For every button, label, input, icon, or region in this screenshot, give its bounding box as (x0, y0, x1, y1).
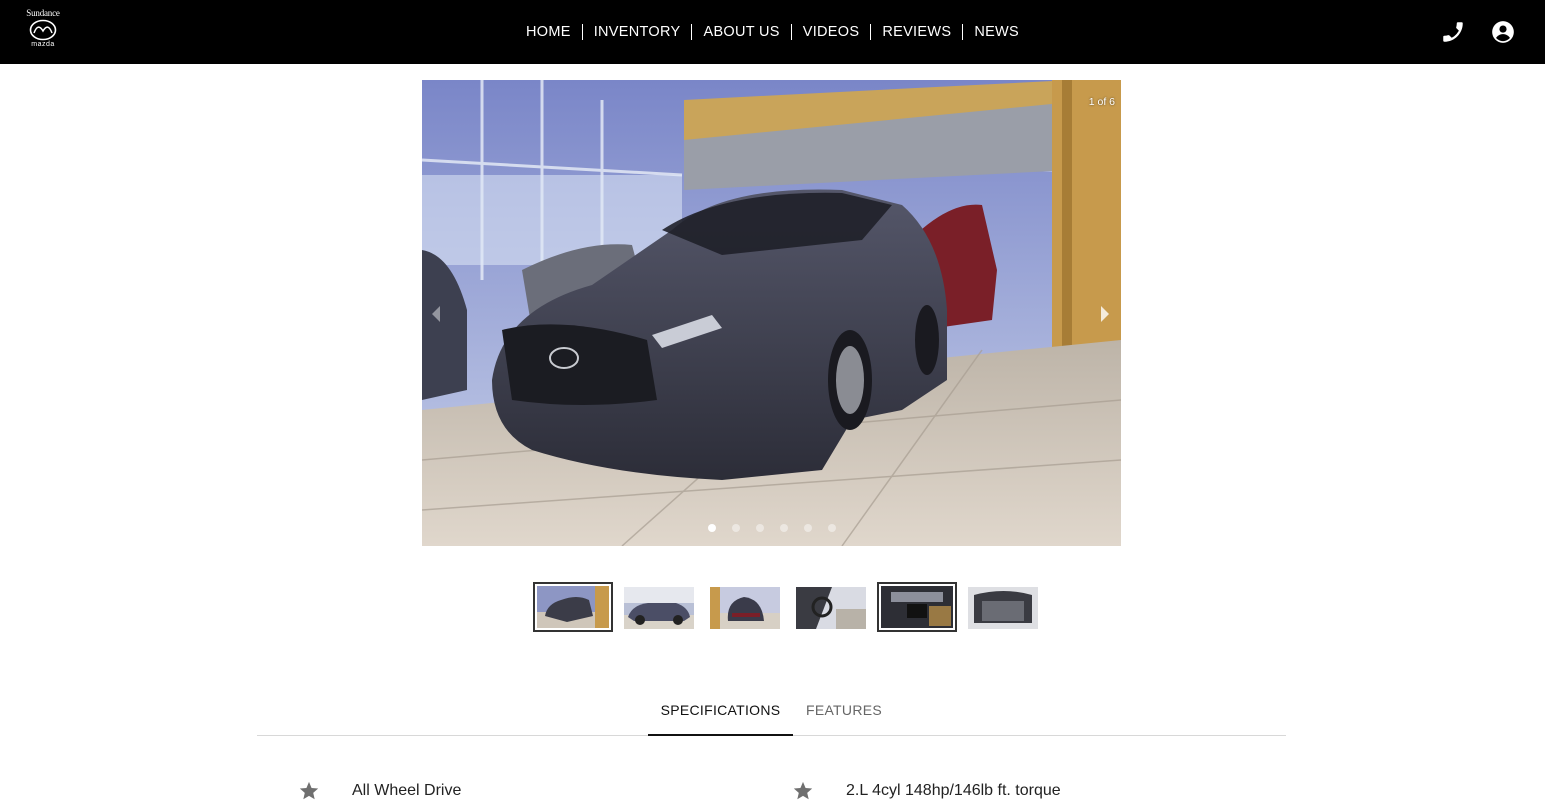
vehicle-photo-image (422, 80, 1121, 546)
tab-specifications[interactable]: SPECIFICATIONS (648, 690, 793, 736)
details-tabs: SPECIFICATIONS FEATURES (257, 690, 1286, 736)
pagination-dot[interactable] (731, 524, 740, 532)
pagination-dot[interactable] (779, 524, 788, 532)
thumbnail-2[interactable] (624, 587, 694, 629)
thumbnail-image (710, 587, 780, 629)
tab-features[interactable]: FEATURES (793, 690, 895, 736)
vehicle-main-photo[interactable]: 1 of 6 (422, 80, 1121, 546)
thumbnail-image (881, 586, 953, 628)
spec-item: 2.L 4cyl 148hp/146lb ft. torque (792, 778, 1061, 804)
next-photo-button[interactable] (1095, 302, 1115, 326)
photo-counter: 1 of 6 (1088, 96, 1115, 108)
thumbnail-strip (0, 582, 1545, 632)
spec-text: All Wheel Drive (352, 782, 462, 799)
nav-inventory[interactable]: INVENTORY (583, 24, 692, 40)
main-nav: HOME INVENTORY ABOUT US VIDEOS REVIEWS N… (0, 0, 1545, 64)
phone-button[interactable] (1440, 19, 1466, 45)
previous-photo-button[interactable] (426, 302, 446, 326)
thumbnail-image (537, 586, 609, 628)
thumbnail-image (968, 587, 1038, 629)
site-header: Sundance mazda HOME INVENTORY ABOUT US V… (0, 0, 1545, 64)
photo-pagination (422, 524, 1121, 532)
nav-reviews[interactable]: REVIEWS (871, 24, 962, 40)
pagination-dot[interactable] (827, 524, 836, 532)
spec-text: 2.L 4cyl 148hp/146lb ft. torque (846, 782, 1061, 799)
thumbnail-1[interactable] (533, 582, 613, 632)
thumbnail-5[interactable] (877, 582, 957, 632)
spec-item: All Wheel Drive (298, 778, 461, 804)
thumbnail-6[interactable] (968, 587, 1038, 629)
thumbnail-image (796, 587, 866, 629)
thumbnail-3[interactable] (710, 587, 780, 629)
star-icon (793, 781, 813, 800)
chevron-left-icon (432, 306, 440, 322)
pagination-dot[interactable] (755, 524, 764, 532)
nav-videos[interactable]: VIDEOS (792, 24, 871, 40)
thumbnail-image (624, 587, 694, 629)
thumbnail-4[interactable] (796, 587, 866, 629)
chevron-right-icon (1101, 306, 1109, 322)
account-circle-icon (1492, 21, 1514, 43)
pagination-dot[interactable] (803, 524, 812, 532)
nav-news[interactable]: NEWS (963, 24, 1030, 40)
account-button[interactable] (1490, 19, 1516, 45)
phone-icon (1443, 22, 1463, 42)
star-icon (299, 781, 319, 800)
pagination-dot[interactable] (707, 524, 716, 532)
nav-home[interactable]: HOME (515, 24, 582, 40)
nav-about-us[interactable]: ABOUT US (692, 24, 790, 40)
